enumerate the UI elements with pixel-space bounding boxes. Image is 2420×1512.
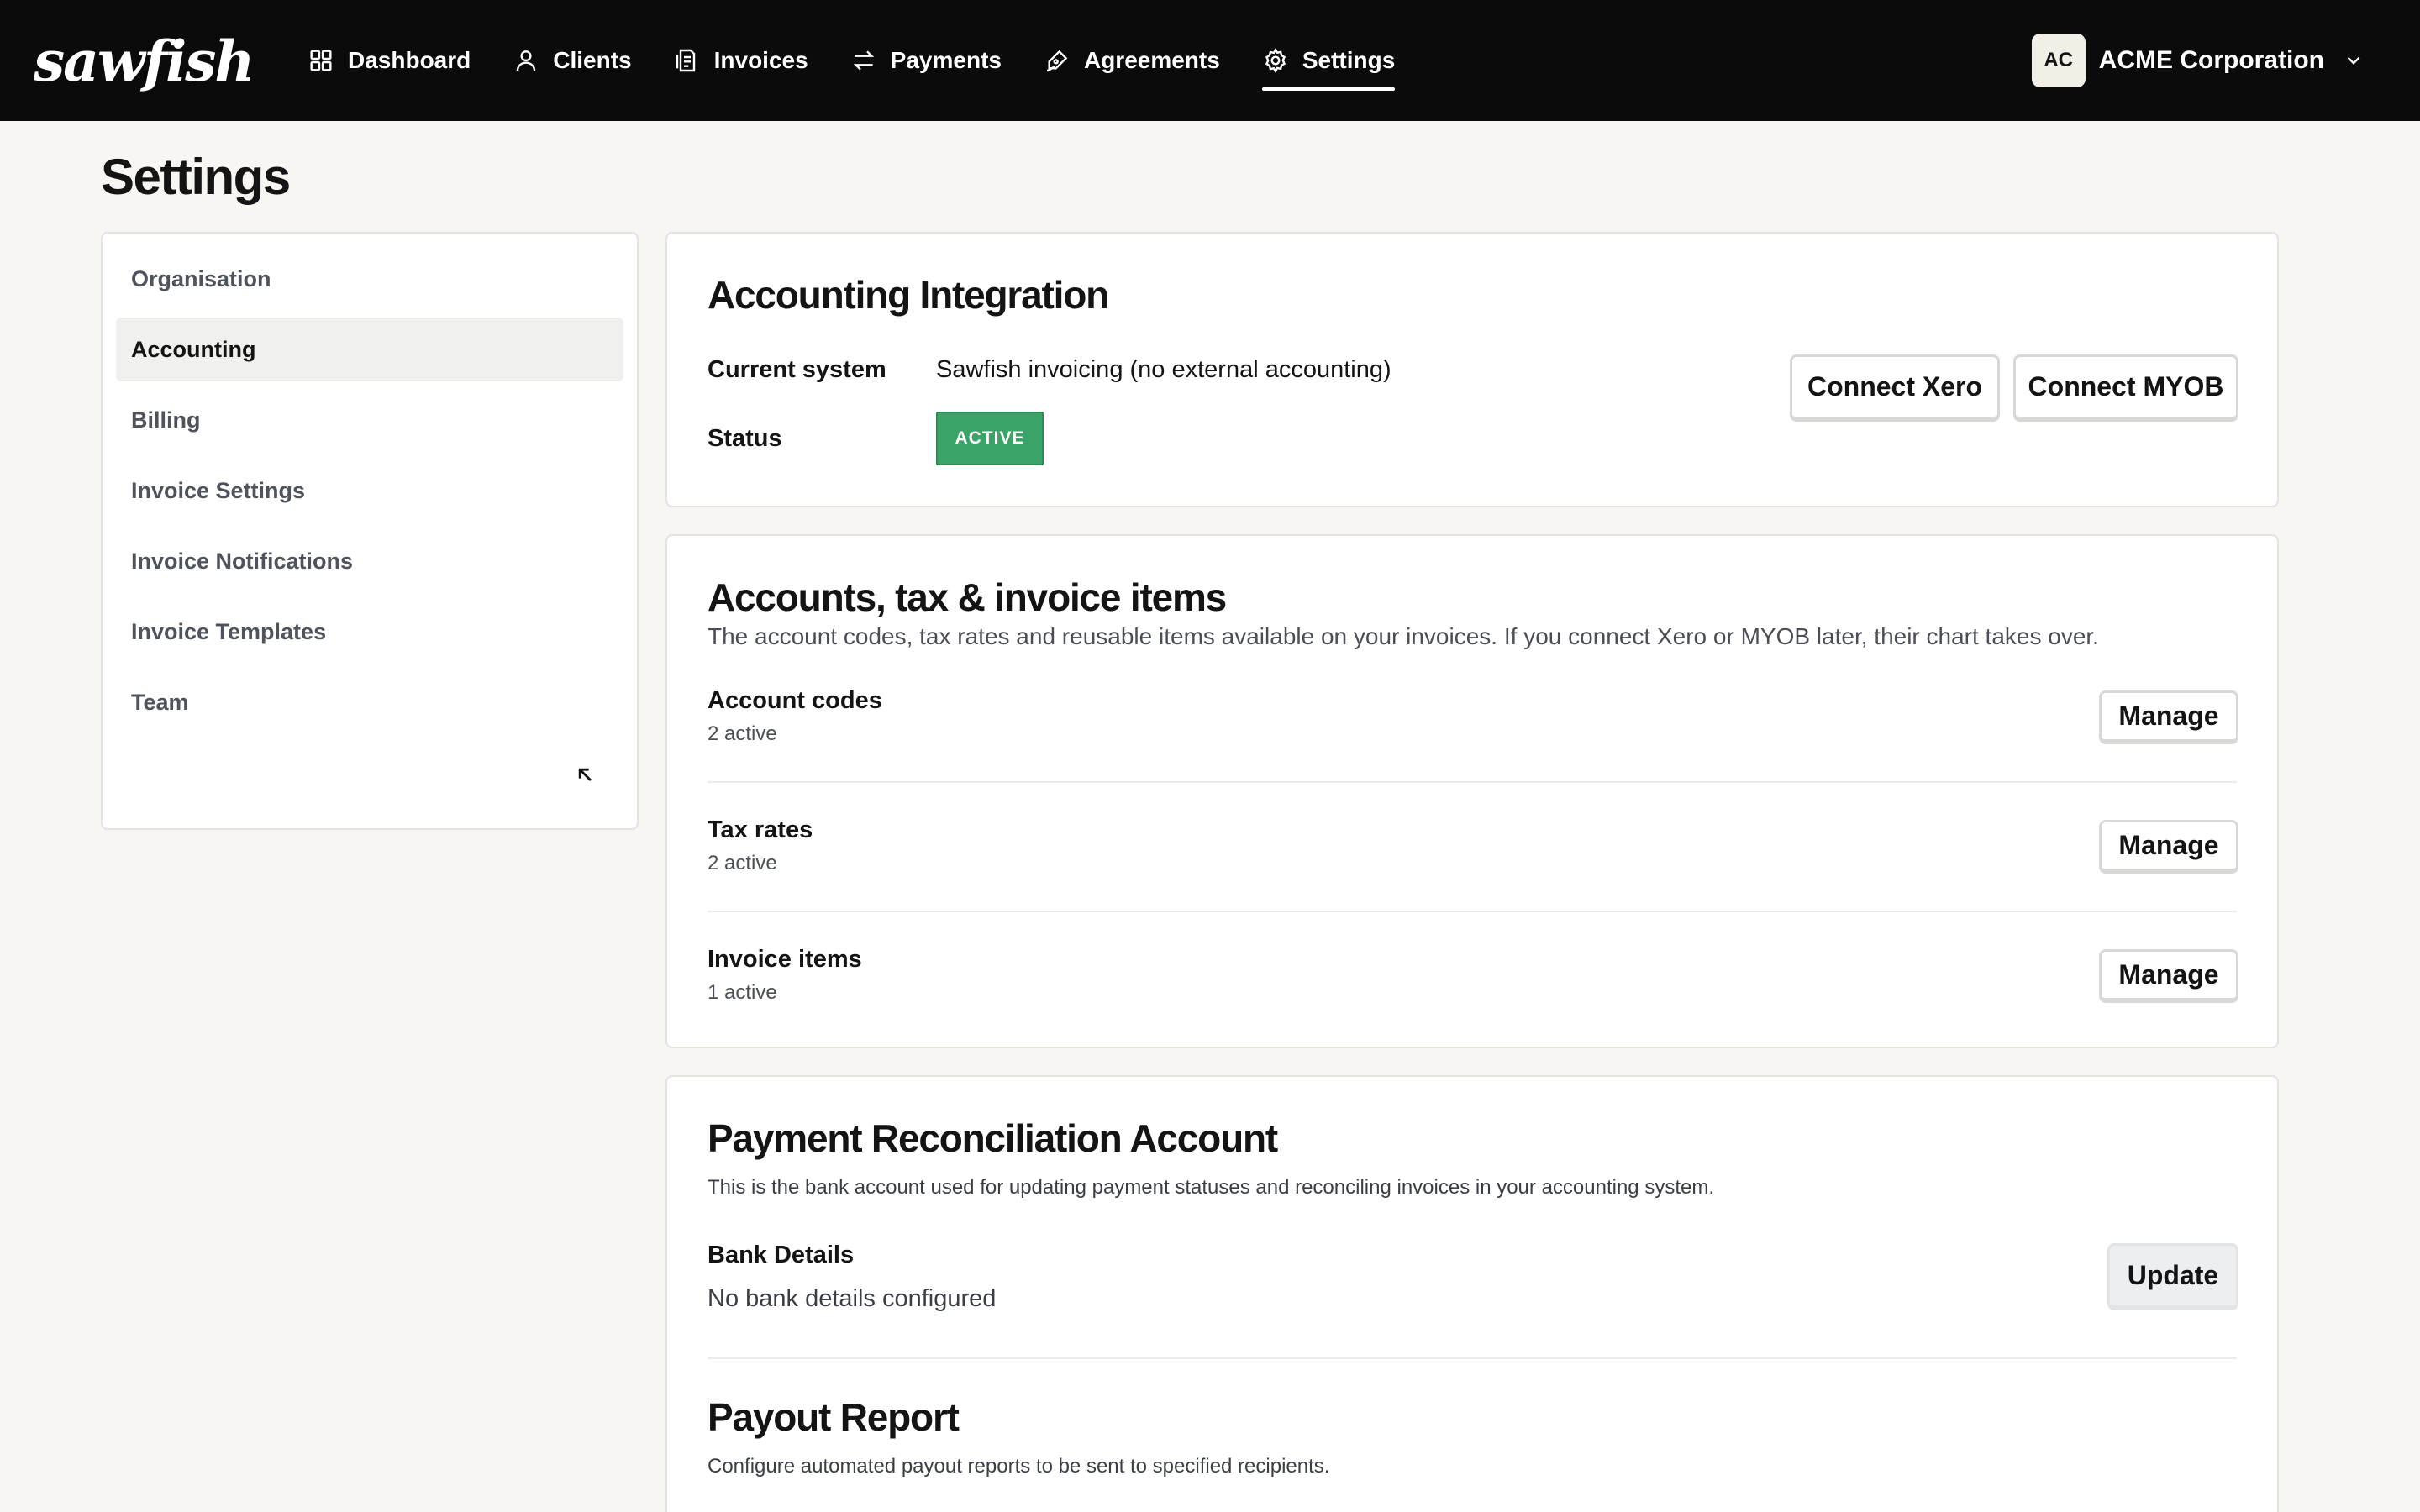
nav-item-label: Dashboard xyxy=(348,47,471,73)
row-divider xyxy=(708,911,2237,912)
payment-reconciliation-card: Payment Reconciliation Account This is t… xyxy=(666,1075,2279,1512)
sidebar-item-invoice-templates[interactable]: Invoice Templates xyxy=(116,600,623,664)
account-codes-count: 2 active xyxy=(708,722,777,745)
sidebar-item-accounting[interactable]: Accounting xyxy=(116,318,623,381)
card-description: This is the bank account used for updati… xyxy=(708,1176,1714,1199)
nav-item-label: Invoices xyxy=(713,47,808,73)
bank-details-label: Bank Details xyxy=(708,1242,855,1268)
tax-rates-count: 2 active xyxy=(708,852,777,874)
update-bank-details-button[interactable]: Update xyxy=(2107,1243,2238,1310)
nav-item-label: Agreements xyxy=(1083,47,1220,73)
accounts-tax-items-card: Accounts, tax & invoice items The accoun… xyxy=(666,534,2279,1048)
invoice-items-count: 1 active xyxy=(708,981,777,1004)
manage-account-codes-button[interactable]: Manage xyxy=(2099,690,2238,744)
connect-myob-button[interactable]: Connect MYOB xyxy=(2013,354,2238,422)
sidebar-item-billing[interactable]: Billing xyxy=(116,388,623,452)
manage-tax-rates-button[interactable]: Manage xyxy=(2099,820,2238,874)
nav-item-invoices[interactable]: Invoices xyxy=(674,0,808,121)
nav-item-dashboard[interactable]: Dashboard xyxy=(308,0,471,121)
pen-signature-icon xyxy=(1044,47,1071,74)
row-divider xyxy=(708,781,2237,783)
current-system-label: Current system xyxy=(708,356,886,383)
account-codes-title: Account codes xyxy=(708,687,882,714)
organization-switcher[interactable]: AC ACME Corporation xyxy=(2031,34,2365,87)
payout-report-description: Configure automated payout reports to be… xyxy=(708,1455,1330,1478)
card-title: Accounts, tax & invoice items xyxy=(708,575,1227,619)
payout-report-title: Payout Report xyxy=(708,1395,960,1439)
nav-item-label: Payments xyxy=(890,47,1002,73)
tax-rates-title: Tax rates xyxy=(708,816,813,843)
invoice-icon xyxy=(674,47,701,74)
chevron-down-icon xyxy=(2343,50,2365,71)
sidebar-item-team[interactable]: Team xyxy=(116,670,623,734)
collapse-sidebar-button[interactable] xyxy=(570,761,600,791)
user-icon xyxy=(513,47,539,74)
sawfish-logo[interactable]: sawfish xyxy=(34,32,255,91)
card-title: Payment Reconciliation Account xyxy=(708,1116,1278,1160)
card-title: Accounting Integration xyxy=(708,273,1109,317)
bank-details-value: No bank details configured xyxy=(708,1285,997,1312)
arrow-up-left-icon xyxy=(573,763,597,790)
main-nav: Dashboard Clients Invoices Payments Agre… xyxy=(308,0,1437,121)
sidebar-item-invoice-settings[interactable]: Invoice Settings xyxy=(116,459,623,522)
nav-item-label: Clients xyxy=(553,47,632,73)
transfer-arrows-icon xyxy=(850,47,877,74)
nav-item-clients[interactable]: Clients xyxy=(513,0,632,121)
nav-item-settings[interactable]: Settings xyxy=(1261,0,1396,121)
invoice-items-title: Invoice items xyxy=(708,946,862,973)
nav-item-payments[interactable]: Payments xyxy=(850,0,1002,121)
org-avatar: AC xyxy=(2031,34,2086,87)
section-divider xyxy=(708,1357,2237,1359)
current-system-value: Sawfish invoicing (no external accountin… xyxy=(936,356,1392,383)
connect-xero-button[interactable]: Connect Xero xyxy=(1790,354,2000,422)
nav-item-label: Settings xyxy=(1302,47,1396,73)
status-label: Status xyxy=(708,425,782,452)
grid-icon xyxy=(308,47,334,74)
org-name: ACME Corporation xyxy=(2098,46,2324,74)
manage-invoice-items-button[interactable]: Manage xyxy=(2099,949,2238,1003)
page-title: Settings xyxy=(101,149,291,205)
gear-icon xyxy=(1262,47,1289,74)
top-navigation-bar: sawfish Dashboard Clients Invoices Payme… xyxy=(0,0,2420,121)
status-badge: ACTIVE xyxy=(936,412,1044,465)
accounting-integration-card: Accounting Integration Current system Sa… xyxy=(666,232,2279,507)
card-description: The account codes, tax rates and reusabl… xyxy=(708,623,2099,649)
sidebar-item-invoice-notifications[interactable]: Invoice Notifications xyxy=(116,529,623,593)
nav-item-agreements[interactable]: Agreements xyxy=(1044,0,1220,121)
settings-sidebar: Organisation Accounting Billing Invoice … xyxy=(101,232,639,830)
sidebar-item-organisation[interactable]: Organisation xyxy=(116,247,623,311)
